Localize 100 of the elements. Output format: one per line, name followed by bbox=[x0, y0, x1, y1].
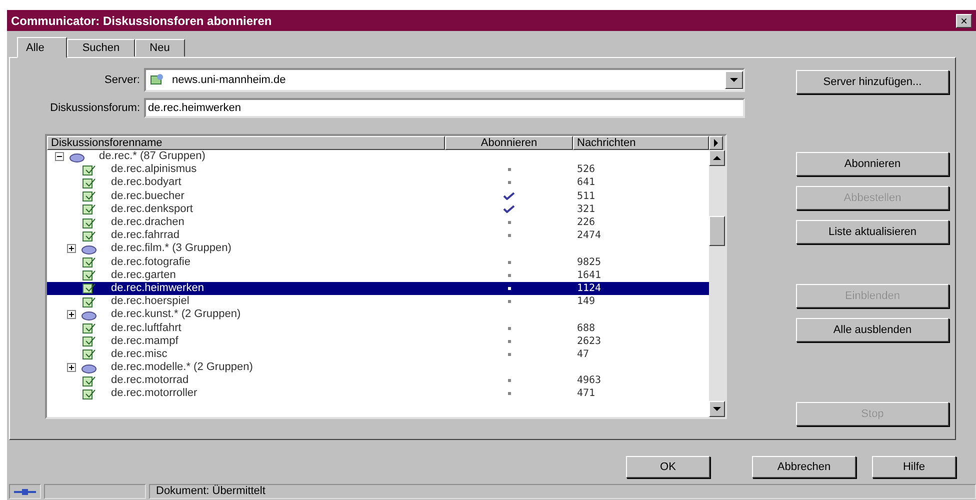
newsgroup-icon bbox=[81, 164, 97, 176]
forum-name: de.rec.bodyart bbox=[111, 176, 182, 190]
forum-row[interactable]: de.rec.luftfahrt 688 bbox=[47, 321, 709, 335]
folder-group-icon bbox=[69, 150, 85, 163]
message-count: 9825 bbox=[576, 256, 602, 268]
message-count: 688 bbox=[576, 322, 596, 334]
message-count: 2623 bbox=[576, 336, 602, 347]
forum-name: de.rec.drachen bbox=[111, 216, 184, 230]
action-button[interactable]: Alle ausblenden bbox=[796, 318, 949, 342]
message-count: 2474 bbox=[576, 230, 602, 242]
forum-row[interactable]: de.rec.motorroller 471 bbox=[47, 387, 709, 401]
newsgroup-icon bbox=[81, 282, 97, 294]
message-count: 1124 bbox=[576, 282, 602, 294]
column-header[interactable]: Nachrichten bbox=[573, 136, 709, 150]
forum-row[interactable]: de.rec.buecher 511 bbox=[47, 190, 709, 203]
status-text: Dokument: Übermittelt bbox=[149, 484, 976, 499]
scrollbar-thumb[interactable] bbox=[709, 216, 725, 246]
newsgroup-icon bbox=[81, 388, 97, 400]
close-button[interactable]: × bbox=[956, 14, 972, 28]
forum-row[interactable]: de.rec.garten 1641 bbox=[47, 268, 709, 282]
forum-name: de.rec.modelle.* (2 Gruppen) bbox=[111, 361, 253, 374]
message-count: 511 bbox=[576, 190, 596, 202]
forum-name: de.rec.fahrrad bbox=[111, 229, 180, 242]
expander-icon[interactable] bbox=[67, 363, 76, 372]
message-count: 471 bbox=[576, 388, 596, 400]
newsgroup-icon bbox=[81, 230, 97, 242]
forum-name: de.rec.kunst.* (2 Gruppen) bbox=[111, 308, 241, 322]
forum-row[interactable]: de.rec.heimwerken 1124 bbox=[47, 282, 709, 296]
expander-icon[interactable] bbox=[55, 152, 64, 162]
forum-row[interactable]: de.rec.film.* (3 Gruppen) bbox=[47, 242, 709, 256]
action-button[interactable]: Liste aktualisieren bbox=[796, 220, 949, 244]
server-dropdown[interactable]: news.uni-mannheim.de bbox=[144, 68, 745, 92]
newsgroup-icon bbox=[81, 203, 97, 216]
window-title: Communicator: Diskussionsforen abonnieren bbox=[11, 14, 272, 28]
tab[interactable]: Alle bbox=[17, 37, 68, 58]
newsgroup-icon bbox=[81, 216, 97, 229]
message-count: 321 bbox=[576, 204, 596, 215]
folder-group-icon bbox=[81, 308, 97, 321]
check-icon[interactable] bbox=[503, 205, 515, 214]
forum-row[interactable]: de.rec.drachen 226 bbox=[47, 216, 709, 230]
folder-group-icon bbox=[81, 362, 97, 374]
forum-name: de.rec.luftfahrt bbox=[111, 322, 182, 335]
forum-row[interactable]: de.rec.fahrrad 2474 bbox=[47, 229, 709, 242]
up-arrow-icon bbox=[713, 156, 721, 160]
forum-row[interactable]: de.rec.denksport 321 bbox=[47, 202, 709, 216]
forum-name: de.rec.motorrad bbox=[111, 374, 189, 388]
forum-name: de.rec.denksport bbox=[111, 202, 193, 216]
forum-row[interactable]: de.rec.mampf 2623 bbox=[47, 334, 709, 348]
newsgroup-icon bbox=[81, 190, 97, 202]
message-count: 47 bbox=[576, 348, 590, 360]
forum-name: de.rec.fotografie bbox=[111, 256, 190, 269]
message-count: 226 bbox=[576, 217, 596, 228]
column-header[interactable]: Abonnieren bbox=[445, 136, 573, 150]
forum-label: Diskussionsforum: bbox=[49, 102, 141, 114]
newsgroup-icon bbox=[81, 322, 97, 334]
newsgroup-icon bbox=[81, 348, 97, 360]
forum-name: de.rec.film.* (3 Gruppen) bbox=[111, 242, 232, 256]
forum-row[interactable]: de.rec.modelle.* (2 Gruppen) bbox=[47, 361, 709, 374]
forum-row[interactable]: de.rec.motorrad 4963 bbox=[47, 374, 709, 388]
forum-row[interactable]: de.rec.bodyart 641 bbox=[47, 176, 709, 190]
newsgroup-icon bbox=[81, 296, 97, 308]
forum-row[interactable]: de.rec.hoerspiel 149 bbox=[47, 295, 709, 308]
scroll-right-icon[interactable] bbox=[709, 136, 723, 150]
forum-name: de.rec.misc bbox=[111, 348, 168, 361]
dialog-button[interactable]: Abbrechen bbox=[752, 456, 856, 478]
message-count: 1641 bbox=[576, 270, 602, 281]
expander-icon[interactable] bbox=[67, 310, 76, 320]
forum-row[interactable]: de.rec.misc 47 bbox=[47, 348, 709, 361]
column-header[interactable]: Diskussionsforenname bbox=[47, 136, 445, 150]
message-count: 149 bbox=[576, 296, 596, 308]
forum-row[interactable]: de.rec.alpinismus 526 bbox=[47, 163, 709, 176]
tab[interactable]: Neu bbox=[134, 39, 185, 57]
message-count: 4963 bbox=[576, 375, 602, 386]
message-count: 641 bbox=[576, 177, 596, 188]
forum-name: de.rec.buecher bbox=[111, 190, 184, 203]
action-button[interactable]: Abonnieren bbox=[796, 152, 949, 176]
tab[interactable]: Suchen bbox=[67, 39, 135, 57]
expander-icon[interactable] bbox=[67, 244, 76, 254]
vertical-scrollbar[interactable] bbox=[709, 150, 725, 417]
newsgroup-icon bbox=[81, 269, 97, 282]
dialog-button[interactable]: Hilfe bbox=[872, 456, 956, 478]
scroll-down-button[interactable] bbox=[709, 401, 725, 417]
folder-group-icon bbox=[81, 242, 97, 255]
message-count: 526 bbox=[576, 164, 596, 176]
forum-row[interactable]: de.rec.fotografie 9825 bbox=[47, 256, 709, 269]
newsgroup-icon bbox=[81, 374, 97, 387]
forum-row[interactable]: de.rec.kunst.* (2 Gruppen) bbox=[47, 308, 709, 322]
forum-row[interactable]: de.rec.* (87 Gruppen) bbox=[47, 150, 709, 164]
scroll-up-button[interactable] bbox=[709, 150, 725, 166]
forum-name: de.rec.heimwerken bbox=[111, 282, 204, 295]
server-icon bbox=[150, 73, 164, 87]
forum-input-field[interactable]: de.rec.heimwerken bbox=[144, 98, 745, 118]
newsgroup-icon bbox=[81, 256, 97, 268]
forum-name: de.rec.motorroller bbox=[111, 387, 198, 400]
dialog-button[interactable]: OK bbox=[626, 456, 710, 478]
check-icon[interactable] bbox=[503, 192, 515, 200]
forum-name: de.rec.alpinismus bbox=[111, 163, 197, 176]
action-button[interactable]: Server hinzufügen... bbox=[796, 70, 949, 94]
forum-name: de.rec.hoerspiel bbox=[111, 295, 190, 308]
connection-icon bbox=[9, 484, 41, 499]
